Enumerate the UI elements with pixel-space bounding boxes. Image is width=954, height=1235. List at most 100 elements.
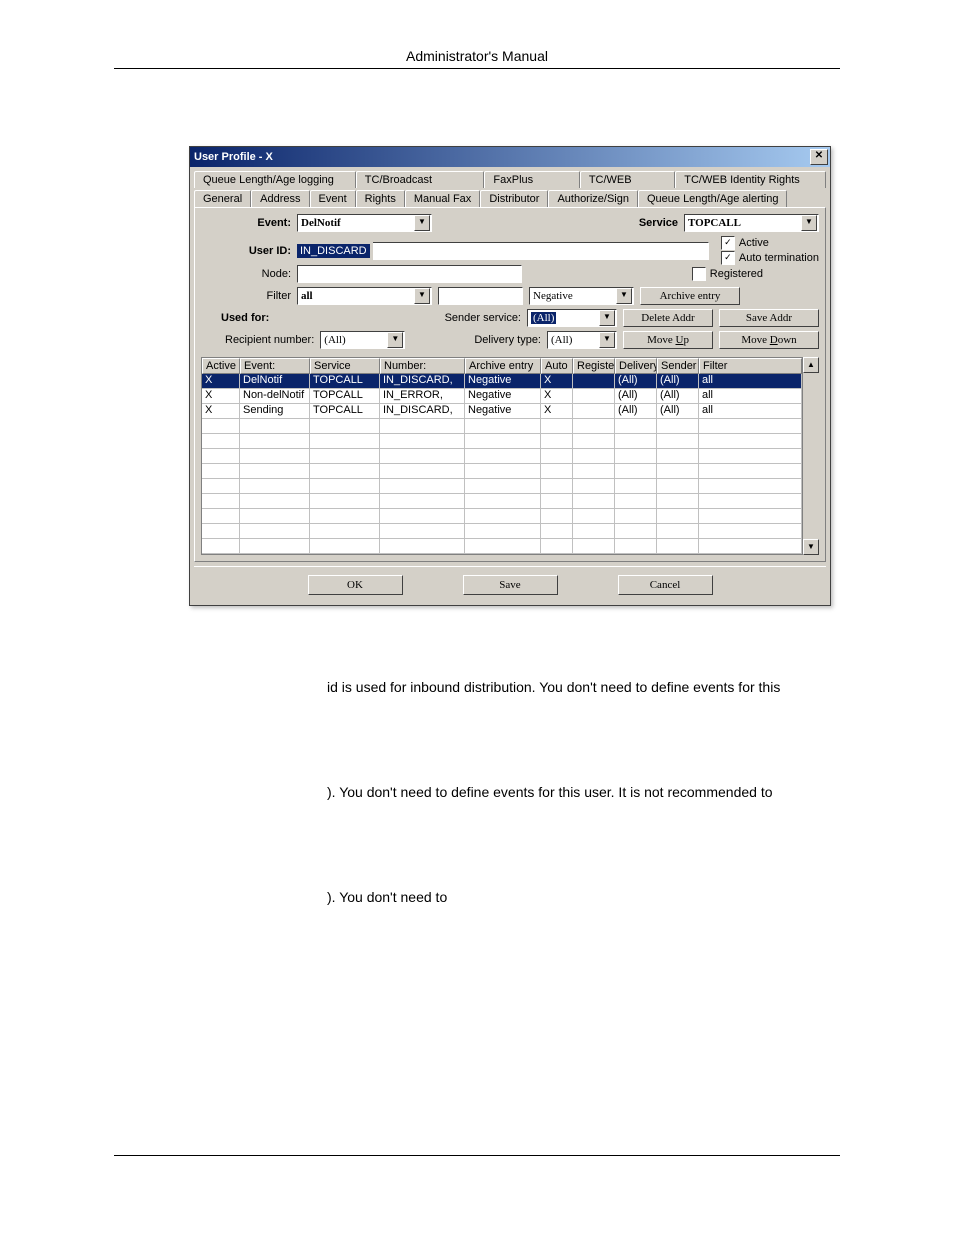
- sender-service-combo[interactable]: (All)▼: [527, 309, 617, 327]
- service-combo[interactable]: TOPCALL▼: [684, 214, 819, 232]
- cell-service: [310, 509, 380, 524]
- cell-service: [310, 434, 380, 449]
- table-row[interactable]: XSendingTOPCALLIN_DISCARD,NegativeX(All)…: [202, 404, 802, 419]
- cell-sender: [657, 434, 699, 449]
- cell-filter: [699, 539, 802, 554]
- save-button[interactable]: Save: [463, 575, 558, 595]
- cell-registe: [573, 494, 615, 509]
- tab-queue-alerting[interactable]: Queue Length/Age alerting: [638, 190, 788, 207]
- filter-input-2[interactable]: [438, 287, 523, 305]
- table-row[interactable]: [202, 494, 802, 509]
- cell-registe: [573, 509, 615, 524]
- registered-checkbox[interactable]: Registered: [692, 267, 763, 281]
- cell-archive: [465, 449, 541, 464]
- cell-number: [380, 524, 465, 539]
- table-row[interactable]: [202, 479, 802, 494]
- cell-registe: [573, 464, 615, 479]
- cell-delivery: (All): [615, 374, 657, 389]
- cell-registe: [573, 389, 615, 404]
- col-event[interactable]: Event:: [240, 358, 310, 374]
- col-service[interactable]: Service: [310, 358, 380, 374]
- cell-active: [202, 449, 240, 464]
- archive-combo[interactable]: Negative▼: [529, 287, 634, 305]
- archive-entry-button[interactable]: Archive entry: [640, 287, 740, 305]
- auto-termination-checkbox[interactable]: ✓Auto termination: [721, 251, 819, 265]
- table-row[interactable]: [202, 524, 802, 539]
- tab-rights[interactable]: Rights: [356, 190, 405, 207]
- cell-service: TOPCALL: [310, 404, 380, 419]
- page-header: Administrator's Manual: [114, 48, 840, 69]
- save-addr-button[interactable]: Save Addr: [719, 309, 819, 327]
- table-row[interactable]: [202, 539, 802, 554]
- cell-filter: all: [699, 404, 802, 419]
- table-row[interactable]: XDelNotifTOPCALLIN_DISCARD,NegativeX(All…: [202, 374, 802, 389]
- col-sender[interactable]: Sender: [657, 358, 699, 374]
- active-checkbox[interactable]: ✓Active: [721, 236, 819, 250]
- col-number[interactable]: Number:: [380, 358, 465, 374]
- vertical-scrollbar[interactable]: ▲ ▼: [803, 357, 819, 555]
- table-row[interactable]: [202, 464, 802, 479]
- tab-tcweb[interactable]: TC/WEB: [580, 171, 675, 188]
- scroll-down-icon[interactable]: ▼: [803, 539, 819, 555]
- tab-authorize-sign[interactable]: Authorize/Sign: [548, 190, 638, 207]
- filter-combo[interactable]: all▼: [297, 287, 432, 305]
- scroll-up-icon[interactable]: ▲: [803, 357, 819, 373]
- sender-service-value: (All): [531, 312, 556, 324]
- tab-tc-broadcast[interactable]: TC/Broadcast: [356, 171, 485, 188]
- col-active[interactable]: Active: [202, 358, 240, 374]
- cell-delivery: (All): [615, 404, 657, 419]
- chevron-down-icon: ▼: [414, 215, 430, 231]
- tab-distributor[interactable]: Distributor: [480, 190, 548, 207]
- close-icon[interactable]: ✕: [810, 149, 828, 165]
- cell-filter: [699, 494, 802, 509]
- cell-filter: [699, 419, 802, 434]
- table-row[interactable]: XNon-delNotifTOPCALLIN_ERROR,NegativeX(A…: [202, 389, 802, 404]
- cell-sender: [657, 479, 699, 494]
- userid-label: User ID:: [201, 245, 291, 257]
- tab-address[interactable]: Address: [251, 190, 309, 207]
- tab-tcweb-identity[interactable]: TC/WEB Identity Rights: [675, 171, 826, 188]
- node-input[interactable]: [297, 265, 522, 283]
- tab-manual-fax[interactable]: Manual Fax: [405, 190, 480, 207]
- table-row[interactable]: [202, 419, 802, 434]
- delete-addr-button[interactable]: Delete Addr: [623, 309, 713, 327]
- col-auto[interactable]: Auto: [541, 358, 573, 374]
- cell-sender: (All): [657, 389, 699, 404]
- event-combo[interactable]: DelNotif▼: [297, 214, 432, 232]
- cell-event: [240, 524, 310, 539]
- move-down-button[interactable]: Move Down: [719, 331, 819, 349]
- table-row[interactable]: [202, 449, 802, 464]
- cell-active: [202, 464, 240, 479]
- cell-auto: [541, 539, 573, 554]
- userid-value[interactable]: IN_DISCARD: [297, 244, 370, 258]
- cancel-button[interactable]: Cancel: [618, 575, 713, 595]
- table-row[interactable]: [202, 509, 802, 524]
- cell-event: [240, 494, 310, 509]
- tab-general[interactable]: General: [194, 190, 251, 207]
- ok-button[interactable]: OK: [308, 575, 403, 595]
- col-delivery[interactable]: Delivery: [615, 358, 657, 374]
- tab-faxplus[interactable]: FaxPlus: [484, 171, 579, 188]
- delivery-type-combo[interactable]: (All)▼: [547, 331, 617, 349]
- body-text-2: ). You don't need to define events for t…: [327, 784, 773, 800]
- cell-delivery: [615, 464, 657, 479]
- cell-sender: [657, 539, 699, 554]
- chevron-down-icon: ▼: [801, 215, 817, 231]
- move-up-button[interactable]: Move Up: [623, 331, 713, 349]
- cell-archive: Negative: [465, 404, 541, 419]
- tab-queue-logging[interactable]: Queue Length/Age logging: [194, 171, 356, 188]
- cell-delivery: [615, 449, 657, 464]
- cell-registe: [573, 419, 615, 434]
- tab-event[interactable]: Event: [310, 190, 356, 207]
- cell-service: [310, 539, 380, 554]
- cell-active: X: [202, 374, 240, 389]
- col-archive[interactable]: Archive entry: [465, 358, 541, 374]
- recipient-number-combo[interactable]: (All)▼: [320, 331, 405, 349]
- table-row[interactable]: [202, 434, 802, 449]
- col-filter[interactable]: Filter: [699, 358, 802, 374]
- cell-sender: [657, 509, 699, 524]
- cell-archive: [465, 509, 541, 524]
- userid-input-extra[interactable]: [373, 242, 709, 260]
- cell-registe: [573, 524, 615, 539]
- col-registe[interactable]: Registe: [573, 358, 615, 374]
